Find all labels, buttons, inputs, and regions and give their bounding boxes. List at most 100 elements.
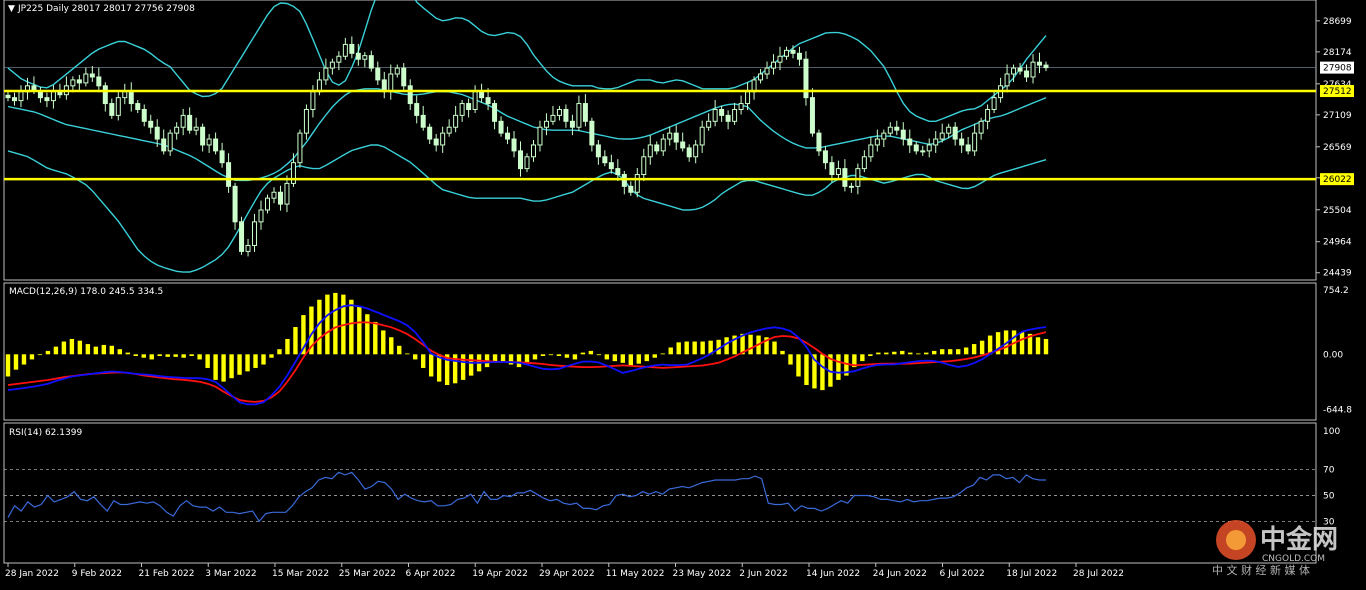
time-axis-label: 28 Jul 2022 (1073, 569, 1124, 579)
candle-body (44, 97, 50, 102)
candle-body (524, 156, 530, 170)
candle-body (440, 132, 446, 146)
candle-body (329, 61, 335, 69)
time-axis-label: 3 Mar 2022 (205, 569, 256, 579)
level-price-value: 27512 (1323, 87, 1352, 97)
candle-body (239, 221, 245, 252)
macd-histogram-bar (149, 354, 154, 360)
macd-histogram-bar (979, 340, 985, 355)
time-axis-label: 14 Jun 2022 (806, 569, 860, 579)
trading-chart[interactable]: 2869928174276342710926569260442550424964… (0, 0, 1366, 586)
macd-histogram-bar (1019, 332, 1025, 355)
macd-histogram-bar (684, 341, 689, 355)
macd-histogram-bar (237, 354, 242, 375)
macd-histogram-bar (333, 292, 338, 355)
candle-body (985, 108, 991, 122)
candle-body (595, 144, 601, 158)
candle-body (777, 55, 783, 63)
candle-body (550, 114, 556, 122)
candle-body (764, 67, 770, 75)
candle-body (647, 144, 653, 158)
macd-histogram-bar (548, 354, 554, 356)
candle-body (842, 168, 848, 187)
candle-body (959, 138, 965, 146)
candle-body (109, 103, 115, 116)
macd-histogram-bar (660, 353, 665, 355)
candle-body (453, 114, 459, 128)
candle-body (122, 91, 128, 99)
candle-body (790, 49, 796, 54)
candle-body (855, 168, 861, 187)
candle-body (732, 108, 738, 122)
candle-body (252, 221, 258, 246)
macd-histogram-bar (652, 354, 657, 358)
candle-body (427, 126, 433, 140)
macd-histogram-bar (213, 354, 218, 380)
candle-body (926, 144, 932, 152)
macd-histogram-bar (197, 354, 202, 360)
candle-body (206, 138, 212, 146)
candle-body (835, 168, 841, 176)
candle-body (89, 73, 95, 78)
candle-body (660, 138, 666, 152)
candle-body (848, 185, 854, 188)
price-axis-label: 24964 (1323, 238, 1352, 248)
candle-body (634, 174, 640, 193)
macd-histogram-bar (900, 350, 905, 355)
candle-body (349, 43, 355, 54)
candle-body (556, 108, 562, 116)
rsi-axis-label: 70 (1323, 466, 1335, 476)
macd-histogram-bar (317, 299, 322, 355)
macd-histogram-bar (804, 354, 809, 386)
macd-histogram-bar (796, 354, 801, 377)
candle-body (180, 114, 186, 128)
candle-body (900, 129, 906, 140)
candle-body (861, 156, 867, 170)
watermark-tagline: 中 文 财 经 新 媒 体 (1212, 563, 1310, 577)
candle-body (1004, 73, 1010, 87)
candle-body (336, 55, 342, 63)
macd-histogram-bar (860, 354, 865, 362)
candle-body (1037, 61, 1043, 66)
macd-histogram-bar (836, 354, 841, 380)
candle-body (693, 144, 699, 158)
candle-body (1017, 67, 1023, 72)
candle-body (174, 126, 180, 134)
candle-body (193, 126, 199, 131)
candle-body (582, 103, 588, 122)
candle-body (245, 244, 251, 252)
candle-body (414, 103, 420, 116)
macd-histogram-bar (780, 350, 785, 355)
macd-histogram-bar (205, 354, 210, 368)
symbol-header: JP225 Daily 28017 28017 27756 27908 (17, 4, 195, 14)
candle-body (446, 126, 452, 134)
candle-body (829, 162, 835, 176)
candle-body (154, 126, 160, 140)
price-axis-label: 27109 (1323, 111, 1352, 121)
candle-body (939, 132, 945, 140)
candle-body (76, 79, 82, 84)
time-axis-label: 6 Jul 2022 (940, 569, 985, 579)
candle-body (913, 144, 919, 152)
macd-histogram-bar (628, 354, 633, 366)
price-axis-label: 24439 (1323, 269, 1352, 279)
candle-body (673, 132, 679, 143)
candle-body (706, 120, 712, 128)
candle-body (719, 108, 725, 116)
macd-header: MACD(12,26,9) 178.0 245.5 334.5 (9, 287, 163, 297)
current-price-value: 27908 (1323, 64, 1352, 74)
macd-histogram-bar (500, 354, 506, 362)
watermark-site: CNGOLD.COM (1262, 554, 1325, 564)
chart-menu-triangle-icon[interactable]: ▼ (8, 4, 15, 14)
macd-histogram-bar (596, 354, 602, 356)
candle-body (816, 132, 822, 152)
candle-body (407, 85, 413, 105)
macd-histogram-bar (932, 350, 937, 355)
candle-body (401, 67, 407, 87)
candle-body (472, 91, 478, 110)
candle-body (796, 52, 802, 60)
macd-histogram-bar (397, 345, 402, 355)
macd-histogram-bar (572, 354, 578, 360)
candle-body (466, 103, 472, 110)
candle-body (745, 91, 751, 105)
